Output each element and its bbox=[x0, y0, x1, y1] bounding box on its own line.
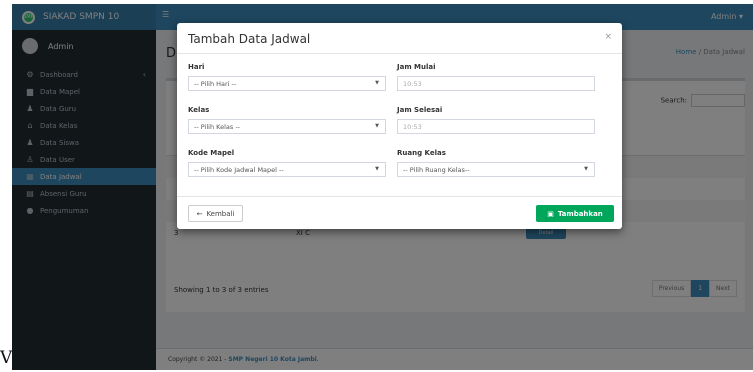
add-schedule-modal: Tambah Data Jadwal × Hari -- Pilih Hari … bbox=[177, 23, 622, 229]
field-ruang-kelas: Ruang Kelas -- Pilih Ruang Kelas-- ▼ bbox=[397, 149, 595, 177]
back-button-label: Kembali bbox=[206, 209, 235, 218]
kelas-label: Kelas bbox=[188, 106, 210, 114]
chevron-down-icon: ▼ bbox=[375, 80, 379, 86]
ruang-kelas-label: Ruang Kelas bbox=[397, 149, 446, 157]
chevron-down-icon: ▼ bbox=[375, 123, 379, 129]
kode-mapel-selected: -- Pilih Kode Jadwal Mapel -- bbox=[194, 166, 284, 174]
jam-mulai-label: Jam Mulai bbox=[397, 63, 436, 71]
field-kelas: Kelas -- Pilih Kelas -- ▼ bbox=[188, 106, 386, 134]
field-jam-selesai: Jam Selesai 10:53 bbox=[397, 106, 595, 134]
add-button-label: Tambahkan bbox=[557, 209, 603, 218]
jam-mulai-placeholder: 10:53 bbox=[403, 80, 422, 88]
jam-selesai-placeholder: 10:53 bbox=[403, 123, 422, 131]
jam-mulai-input[interactable]: 10:53 bbox=[397, 76, 595, 91]
chevron-down-icon: ▼ bbox=[584, 166, 588, 172]
kode-mapel-label: Kode Mapel bbox=[188, 149, 235, 157]
modal-header: Tambah Data Jadwal × bbox=[177, 23, 622, 54]
kelas-select[interactable]: -- Pilih Kelas -- ▼ bbox=[188, 119, 386, 134]
stray-letter: V bbox=[0, 348, 13, 368]
hari-selected: -- Pilih Hari -- bbox=[194, 80, 237, 88]
kelas-selected: -- Pilih Kelas -- bbox=[194, 123, 241, 131]
field-jam-mulai: Jam Mulai 10:53 bbox=[397, 63, 595, 91]
jam-selesai-label: Jam Selesai bbox=[397, 106, 443, 114]
arrow-left-icon: ← bbox=[196, 209, 203, 218]
chevron-down-icon: ▼ bbox=[375, 166, 379, 172]
kode-mapel-select[interactable]: -- Pilih Kode Jadwal Mapel -- ▼ bbox=[188, 162, 386, 177]
close-icon[interactable]: × bbox=[604, 32, 612, 42]
jam-selesai-input[interactable]: 10:53 bbox=[397, 119, 595, 134]
ruang-kelas-select[interactable]: -- Pilih Ruang Kelas-- ▼ bbox=[397, 162, 595, 177]
modal-footer: ← Kembali ▣ Tambahkan bbox=[177, 196, 622, 229]
save-icon: ▣ bbox=[547, 209, 554, 218]
ruang-kelas-selected: -- Pilih Ruang Kelas-- bbox=[403, 166, 470, 174]
hari-label: Hari bbox=[188, 63, 205, 71]
modal-title: Tambah Data Jadwal bbox=[188, 32, 311, 46]
add-button[interactable]: ▣ Tambahkan bbox=[536, 205, 614, 222]
field-kode-mapel: Kode Mapel -- Pilih Kode Jadwal Mapel --… bbox=[188, 149, 386, 177]
app-window: SMP SIAKAD SMPN 10 Admin ⚙ Dashboard ‹ ▆… bbox=[12, 4, 753, 370]
field-hari: Hari -- Pilih Hari -- ▼ bbox=[188, 63, 386, 91]
hari-select[interactable]: -- Pilih Hari -- ▼ bbox=[188, 76, 386, 91]
back-button[interactable]: ← Kembali bbox=[188, 205, 243, 222]
